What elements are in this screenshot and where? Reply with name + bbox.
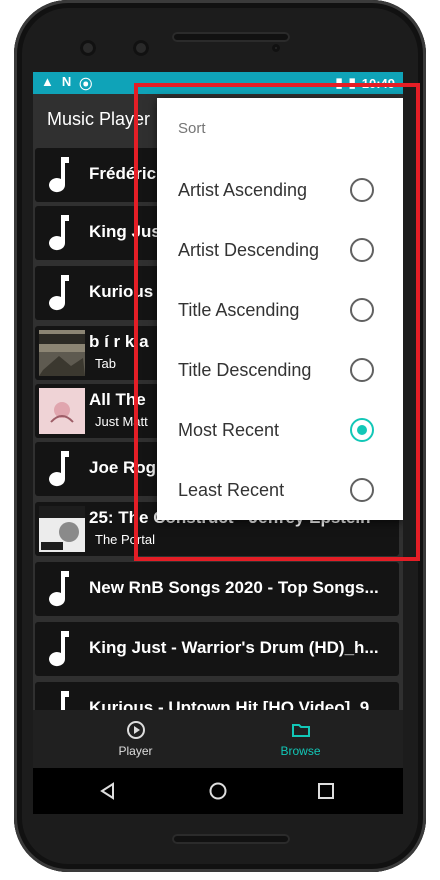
tab-player[interactable]: Player <box>43 710 228 768</box>
music-note-icon <box>39 566 85 612</box>
tab-browse[interactable]: Browse <box>208 710 393 768</box>
list-item[interactable]: King Just - Warrior's Drum (HD)_h... <box>35 622 399 676</box>
music-note-icon <box>39 152 85 198</box>
n-icon: N <box>61 73 72 89</box>
sensor-icon <box>133 40 149 56</box>
barka-album-art <box>39 330 85 376</box>
portal-podcast-art <box>39 506 85 552</box>
recents-button[interactable] <box>296 768 356 814</box>
drive-icon: ▲ <box>41 73 54 89</box>
earpiece-speaker <box>172 32 290 42</box>
bottom-navigation: Player Browse <box>33 710 403 768</box>
recents-square-icon <box>318 783 334 799</box>
track-title: King Just - Warrior's Drum (HD)_h... <box>89 638 379 657</box>
phone-top-bezel <box>14 0 426 72</box>
proximity-sensor-icon <box>272 44 280 52</box>
track-artist: Tab <box>95 356 116 371</box>
folder-icon <box>291 724 310 737</box>
album-art-pink <box>39 388 85 434</box>
track-title: Kurious - Uptown Hit [HQ Video]_9... <box>89 698 384 710</box>
back-triangle-icon <box>100 782 114 800</box>
list-item[interactable]: Kurious - Uptown Hit [HQ Video]_9... <box>35 682 399 710</box>
track-title: New RnB Songs 2020 - Top Songs... <box>89 578 379 597</box>
tab-browse-label: Browse <box>280 744 321 758</box>
home-circle-icon <box>209 782 227 800</box>
front-camera-icon <box>80 40 96 56</box>
music-note-icon <box>39 446 85 492</box>
play-circle-icon: ⦿ <box>79 76 93 92</box>
music-note-icon <box>39 210 85 256</box>
system-navigation-bar <box>33 768 403 814</box>
annotation-highlight-box <box>134 83 420 561</box>
list-item[interactable]: New RnB Songs 2020 - Top Songs... <box>35 562 399 616</box>
tab-player-label: Player <box>118 744 153 758</box>
music-note-icon <box>39 626 85 672</box>
play-circle-icon <box>126 721 145 739</box>
music-note-icon <box>39 270 85 316</box>
home-button[interactable] <box>188 768 248 814</box>
music-note-icon <box>39 686 85 710</box>
bottom-speaker <box>172 834 290 844</box>
back-button[interactable] <box>78 768 138 814</box>
